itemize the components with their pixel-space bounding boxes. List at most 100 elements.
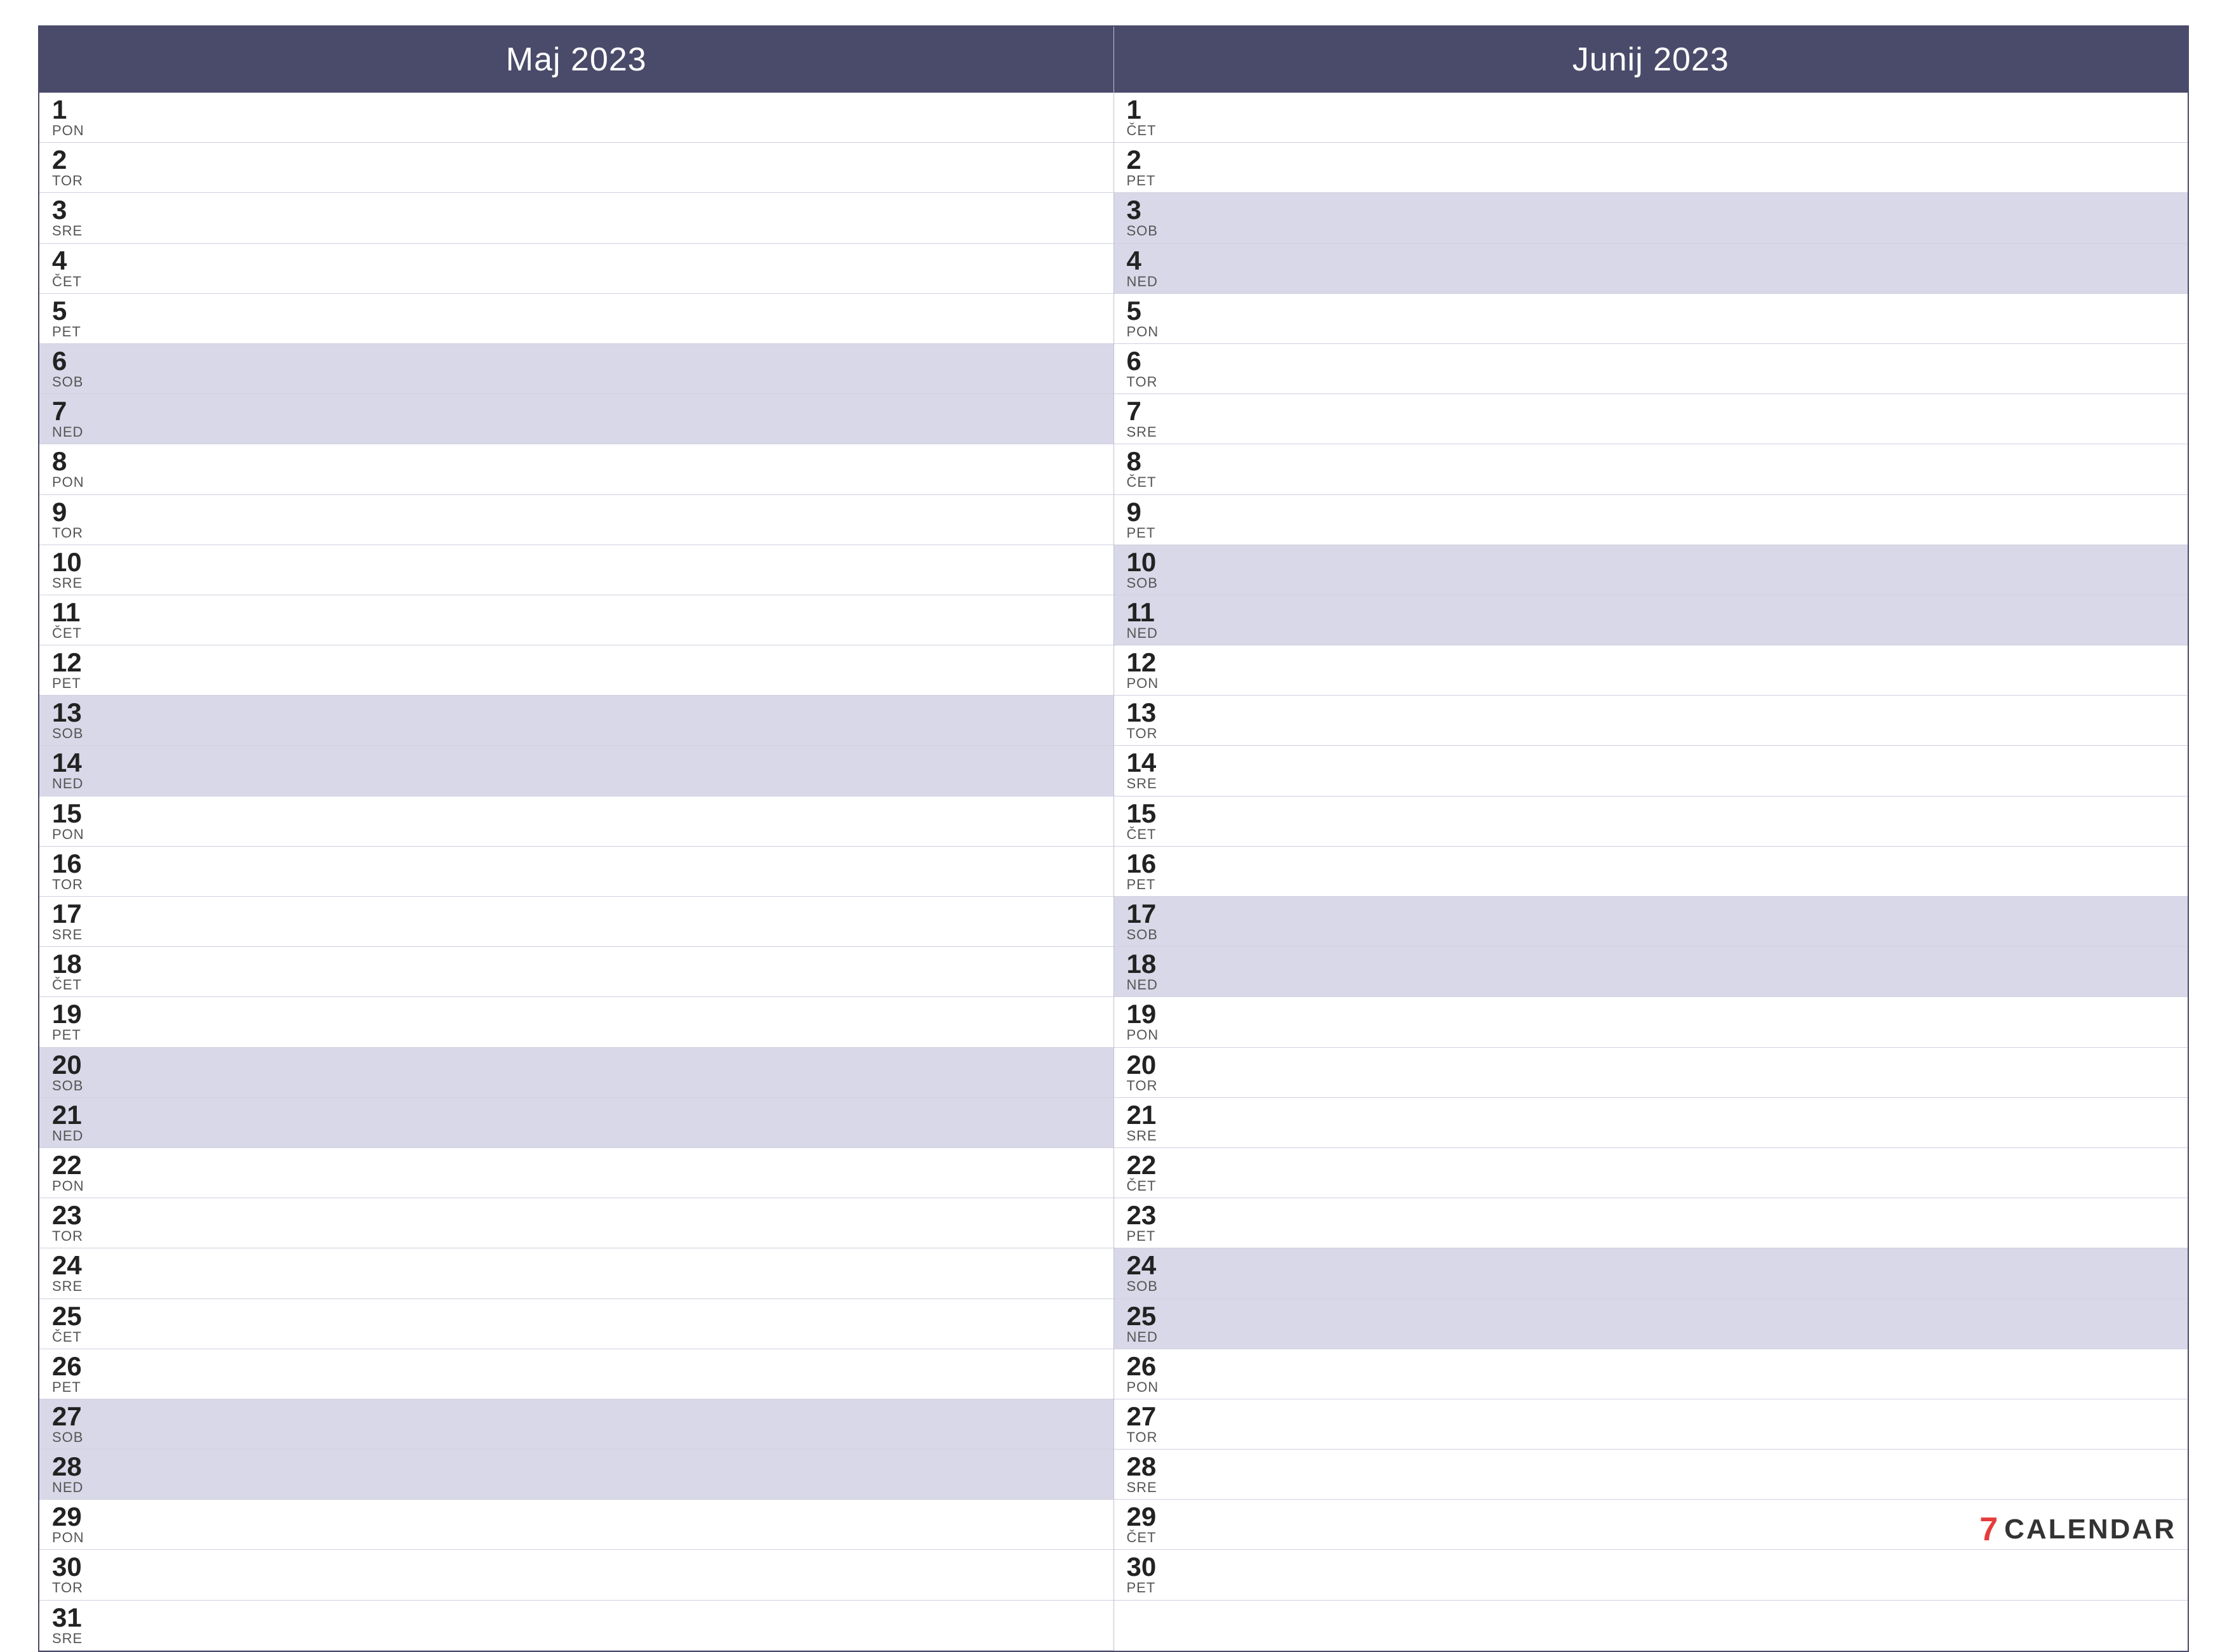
day-info: 23PET [1127,1202,1157,1244]
day-name: PON [52,1179,84,1194]
day-name: PON [52,475,84,490]
day-name: NED [1127,1330,1158,1345]
day-row: 19PET [39,997,1114,1047]
day-info: 29ČET [1127,1503,1157,1545]
day-number: 18 [52,951,82,977]
day-number: 25 [52,1303,82,1330]
day-name: PET [1127,173,1156,188]
day-number: 7 [1127,398,1157,425]
day-name: NED [52,1480,83,1495]
day-name: SOB [1127,576,1158,591]
day-row: 16TOR [39,847,1114,897]
day-name: ČET [52,626,82,641]
day-name: SOB [52,726,83,741]
day-info: 11NED [1127,599,1158,641]
day-info: 15ČET [1127,800,1157,842]
day-row: 28SRE [1114,1450,2188,1500]
day-name: TOR [52,877,83,892]
day-name: TOR [52,1229,83,1244]
day-name: TOR [1127,1078,1158,1094]
day-number: 7 [52,398,83,425]
day-number: 1 [1127,96,1157,123]
day-name: SRE [1127,1128,1157,1144]
day-info: 22ČET [1127,1152,1157,1194]
day-row: 22PON [39,1148,1114,1198]
day-row: 13SOB [39,696,1114,746]
day-name: ČET [1127,827,1157,842]
day-number: 5 [1127,298,1159,324]
day-row: 23PET [1114,1198,2188,1248]
day-row: 30TOR [39,1550,1114,1600]
day-row: 2TOR [39,143,1114,193]
day-info: 31SRE [52,1604,83,1646]
day-name: TOR [1127,726,1158,741]
main-container: Maj 20231PON2TOR3SRE4ČET5PET6SOB7NED8PON… [0,0,2227,1574]
day-number: 23 [1127,1202,1157,1229]
day-row: 14NED [39,746,1114,796]
day-name: SOB [1127,223,1158,239]
day-row: 19PON [1114,997,2188,1047]
day-row: 3SRE [39,193,1114,243]
watermark-text: CALENDAR [2004,1514,2176,1545]
day-info: 21SRE [1127,1102,1157,1144]
day-row: 29PON [39,1500,1114,1550]
day-name: ČET [1127,475,1157,490]
day-row: 18ČET [39,947,1114,997]
day-info: 7NED [52,398,83,440]
day-info: 22PON [52,1152,84,1194]
day-name: PON [52,1530,84,1545]
day-info: 9TOR [52,499,83,541]
day-number: 16 [52,850,83,877]
day-number: 4 [52,248,82,274]
day-info: 3SOB [1127,197,1158,239]
day-number: 6 [52,348,83,374]
day-row: 16PET [1114,847,2188,897]
day-number: 27 [1127,1403,1158,1430]
day-number: 29 [1127,1503,1157,1530]
day-name: PET [1127,1580,1157,1596]
day-number: 20 [1127,1052,1158,1078]
day-info: 10SRE [52,549,83,591]
day-info: 1ČET [1127,96,1157,138]
day-number: 26 [1127,1353,1159,1380]
day-info: 2PET [1127,147,1156,188]
day-row: 21NED [39,1098,1114,1148]
day-info: 8PON [52,448,84,490]
day-name: PON [1127,1028,1159,1043]
day-info: 27SOB [52,1403,83,1445]
day-row: 26PON [1114,1349,2188,1399]
day-name: PET [1127,525,1156,541]
watermark: 7 CALENDAR [1979,1510,2176,1549]
day-name: NED [1127,274,1158,289]
day-row: 26PET [39,1349,1114,1399]
day-number: 14 [1127,750,1157,776]
day-name: SRE [52,223,83,239]
day-number: 17 [1127,901,1158,927]
day-info: 30PET [1127,1554,1157,1596]
day-row: 10SOB [1114,545,2188,595]
day-name: ČET [1127,1530,1157,1545]
day-name: SRE [52,1279,83,1294]
day-info: 14SRE [1127,750,1157,791]
day-info: 9PET [1127,499,1156,541]
calendar-grid: Maj 20231PON2TOR3SRE4ČET5PET6SOB7NED8PON… [38,25,2189,1652]
day-name: ČET [1127,1179,1157,1194]
month-column-junij-2023: Junij 20231ČET2PET3SOB4NED5PON6TOR7SRE8Č… [1114,27,2188,1651]
day-number: 24 [52,1252,83,1279]
day-number: 9 [52,499,83,525]
day-info: 18NED [1127,951,1158,993]
day-number: 3 [1127,197,1158,223]
day-row: 4NED [1114,244,2188,294]
day-row: 11NED [1114,595,2188,645]
day-row: 4ČET [39,244,1114,294]
day-name: SOB [52,1078,83,1094]
day-number: 9 [1127,499,1156,525]
day-row: 17SOB [1114,897,2188,947]
day-number: 25 [1127,1303,1158,1330]
day-number: 1 [52,96,84,123]
day-number: 11 [1127,599,1158,626]
day-number: 11 [52,599,82,626]
day-info: 28NED [52,1453,83,1495]
day-number: 28 [1127,1453,1157,1480]
day-row: 3SOB [1114,193,2188,243]
